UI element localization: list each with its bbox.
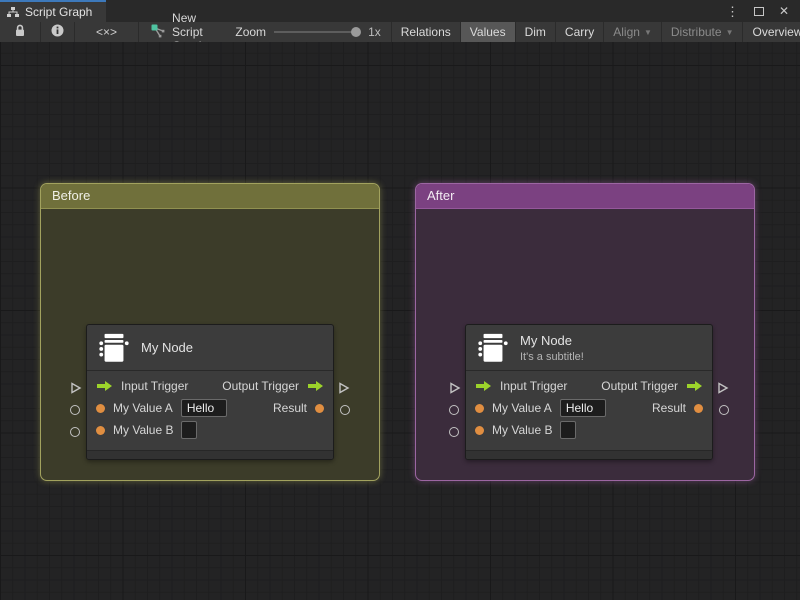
trigger-row: Input Trigger Output Trigger: [87, 375, 333, 397]
external-result-port[interactable]: [719, 405, 729, 415]
dim-button[interactable]: Dim: [516, 22, 556, 42]
node-footer: [466, 450, 712, 459]
value-a-row: My Value A Result: [87, 397, 333, 419]
node-footer: [87, 450, 333, 459]
value-a-label: My Value A: [492, 401, 552, 415]
maximize-icon[interactable]: [753, 6, 764, 16]
tab-script-graph[interactable]: Script Graph: [0, 0, 107, 22]
tab-title: Script Graph: [25, 5, 93, 19]
kebab-menu-icon[interactable]: ⋮: [726, 5, 739, 18]
info-button[interactable]: [41, 22, 75, 42]
output-trigger-port-icon[interactable]: [307, 380, 324, 392]
window-controls: ⋮ ✕: [726, 0, 800, 22]
external-output-trigger-port[interactable]: [717, 381, 729, 399]
node-titles: My Node: [141, 340, 193, 355]
values-label: Values: [469, 25, 506, 39]
node-body: Input Trigger Output Trigger My Value A: [87, 371, 333, 446]
unit-node-icon: [476, 331, 510, 365]
external-input-trigger-port[interactable]: [70, 381, 82, 399]
value-b-input[interactable]: [560, 421, 577, 439]
value-a-input[interactable]: [559, 399, 606, 417]
external-value-a-port[interactable]: [449, 405, 459, 415]
result-label: Result: [272, 401, 307, 415]
graph-toolbar: <×> New Script Graph Zoom 1x Relations V…: [0, 11, 800, 53]
relations-button[interactable]: Relations: [392, 22, 461, 42]
external-result-port[interactable]: [340, 405, 350, 415]
value-a-label: My Value A: [113, 401, 173, 415]
distribute-label: Distribute: [670, 25, 722, 39]
input-trigger-port-icon[interactable]: [475, 380, 492, 392]
output-trigger-port-icon[interactable]: [686, 380, 703, 392]
value-a-port-icon[interactable]: [96, 403, 105, 413]
graph-canvas[interactable]: Before My Node Input Trigger Output Trig…: [0, 42, 800, 600]
zoom-value: 1x: [368, 25, 381, 39]
group-before-header[interactable]: Before: [41, 184, 379, 209]
relations-label: Relations: [400, 25, 451, 39]
align-dropdown[interactable]: Align ▼: [604, 22, 662, 42]
external-value-b-port[interactable]: [70, 427, 80, 437]
external-input-trigger-port[interactable]: [449, 381, 461, 399]
dim-label: Dim: [524, 25, 546, 39]
value-a-port-icon[interactable]: [475, 403, 484, 413]
result-port-icon[interactable]: [315, 403, 324, 413]
group-after-header[interactable]: After: [416, 184, 754, 209]
value-b-row: My Value B: [466, 419, 712, 441]
value-a-row: My Value A Result: [466, 397, 712, 419]
group-before: Before My Node Input Trigger Output Trig…: [40, 183, 380, 481]
overview-label: Overview: [752, 25, 800, 39]
external-output-trigger-port[interactable]: [338, 381, 350, 399]
zoom-label: Zoom: [235, 25, 267, 39]
node-my-node-after[interactable]: My Node It's a subtitle! Input Trigger O…: [449, 324, 729, 460]
graph-icon: [151, 24, 165, 41]
trigger-row: Input Trigger Output Trigger: [466, 375, 712, 397]
output-trigger-label: Output Trigger: [222, 379, 299, 393]
input-trigger-label: Input Trigger: [121, 379, 189, 393]
lock-button[interactable]: [0, 22, 41, 42]
zoom-control: Zoom 1x: [217, 22, 392, 42]
node-subtitle: It's a subtitle!: [520, 350, 584, 363]
align-label: Align: [613, 25, 640, 39]
value-b-label: My Value B: [492, 423, 553, 437]
input-trigger-label: Input Trigger: [500, 379, 568, 393]
node-body: Input Trigger Output Trigger My Value A: [466, 371, 712, 446]
angle-brackets-icon: <×>: [96, 25, 118, 39]
close-icon[interactable]: ✕: [779, 5, 789, 17]
output-trigger-label: Output Trigger: [601, 379, 678, 393]
lock-icon: [14, 24, 26, 40]
node-my-node-before[interactable]: My Node Input Trigger Output Trigger My …: [70, 324, 350, 460]
chevron-down-icon: ▼: [643, 27, 652, 37]
zoom-slider-thumb[interactable]: [351, 27, 362, 37]
node-header: My Node It's a subtitle!: [466, 325, 712, 371]
value-b-port-icon[interactable]: [475, 425, 484, 435]
input-trigger-port-icon[interactable]: [96, 380, 113, 392]
value-a-input[interactable]: [180, 399, 227, 417]
external-value-a-port[interactable]: [70, 405, 80, 415]
distribute-dropdown[interactable]: Distribute ▼: [662, 22, 744, 42]
carry-button[interactable]: Carry: [556, 22, 605, 42]
node-header: My Node: [87, 325, 333, 371]
node-title: My Node: [520, 332, 573, 348]
graph-breadcrumb[interactable]: New Script Graph: [139, 11, 217, 53]
external-value-b-port[interactable]: [449, 427, 459, 437]
carry-label: Carry: [564, 25, 595, 39]
port-labels-toggle[interactable]: <×>: [75, 22, 140, 42]
result-label: Result: [651, 401, 686, 415]
tab-bar: Script Graph ⋮ ✕: [0, 0, 800, 22]
chevron-down-icon: ▼: [725, 27, 734, 37]
info-icon: [51, 24, 64, 40]
zoom-slider[interactable]: [274, 27, 362, 37]
value-b-row: My Value B: [87, 419, 333, 441]
value-b-port-icon[interactable]: [96, 425, 105, 435]
group-after: After My Node It's a subtitle! Input Tri…: [415, 183, 755, 481]
node-title: My Node: [141, 340, 194, 355]
node-titles: My Node It's a subtitle!: [520, 333, 584, 363]
overview-button[interactable]: Overview: [743, 22, 800, 42]
values-button[interactable]: Values: [460, 22, 516, 42]
value-b-label: My Value B: [113, 423, 174, 437]
value-b-input[interactable]: [181, 421, 198, 439]
result-port-icon[interactable]: [694, 403, 703, 413]
unit-node-icon: [97, 331, 131, 365]
hierarchy-icon: [7, 6, 19, 18]
